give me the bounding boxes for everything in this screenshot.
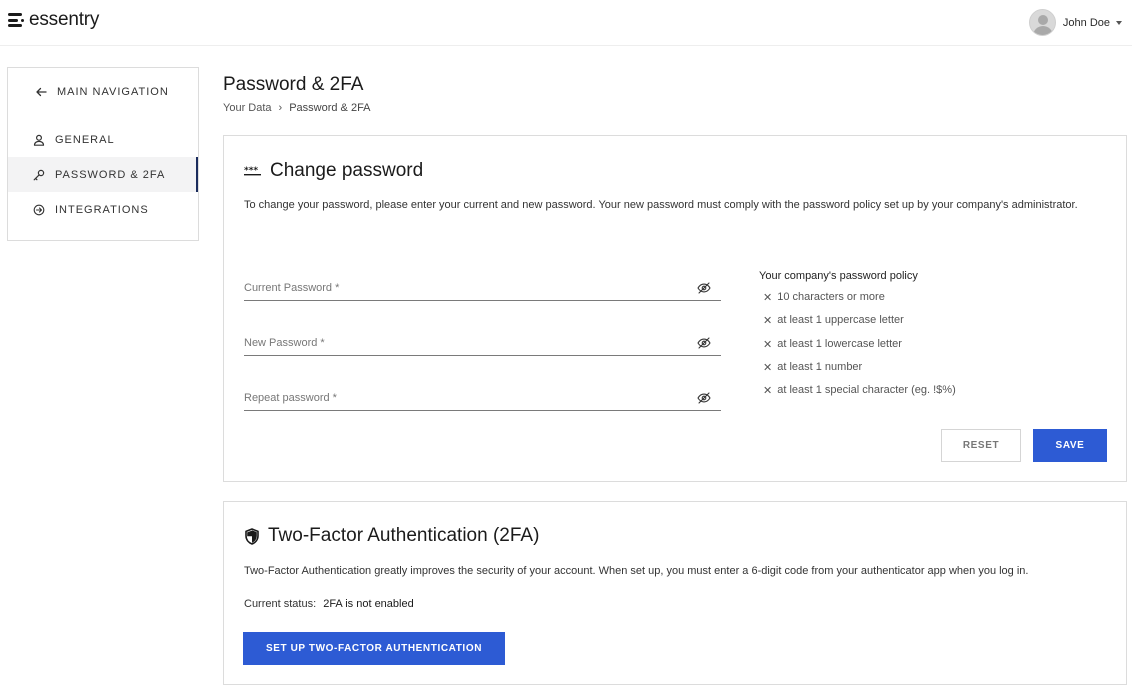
policy-rule-text: at least 1 special character (eg. !$%) [777, 384, 956, 397]
sidebar-item-general[interactable]: GENERAL [8, 122, 198, 157]
status-label: Current status: [244, 598, 317, 610]
reset-button[interactable]: RESET [941, 429, 1021, 462]
setup-two-factor-button[interactable]: SET UP TWO-FACTOR AUTHENTICATION [243, 632, 505, 665]
policy-rule: ✕ at least 1 lowercase letter [759, 338, 956, 361]
close-icon: ✕ [763, 361, 773, 374]
key-icon [32, 168, 46, 182]
sidebar-item-password-2fa[interactable]: PASSWORD & 2FA [8, 157, 198, 192]
breadcrumb-current: Password & 2FA [289, 102, 371, 114]
two-factor-heading: Two-Factor Authentication (2FA) [244, 525, 539, 547]
current-password-field [244, 277, 721, 301]
two-factor-title: Two-Factor Authentication (2FA) [268, 525, 540, 546]
change-password-description: To change your password, please enter yo… [244, 199, 1078, 211]
page-title: Password & 2FA [223, 74, 364, 95]
shield-icon [244, 527, 260, 545]
password-policy: Your company's password policy ✕ 10 chara… [759, 270, 956, 407]
sidebar-item-label: GENERAL [55, 133, 115, 146]
eye-off-icon[interactable] [697, 391, 711, 405]
top-bar: essentry John Doe [0, 0, 1132, 46]
policy-rule: ✕ at least 1 number [759, 361, 956, 384]
save-button[interactable]: SAVE [1033, 429, 1107, 462]
current-password-input[interactable] [244, 277, 684, 299]
close-icon: ✕ [763, 338, 773, 351]
eye-off-icon[interactable] [697, 336, 711, 350]
sidebar-item-label: MAIN NAVIGATION [57, 85, 169, 98]
sidebar-item-label: PASSWORD & 2FA [55, 168, 166, 181]
repeat-password-field [244, 387, 721, 411]
logo[interactable]: essentry [8, 9, 99, 31]
change-password-title: Change password [270, 160, 424, 181]
breadcrumb: Your Data › Password & 2FA [223, 102, 371, 114]
arrow-left-icon [34, 85, 48, 99]
chevron-down-icon [1116, 20, 1122, 25]
policy-rule-text: at least 1 number [777, 360, 863, 373]
password-policy-title: Your company's password policy [759, 270, 918, 282]
two-factor-card: Two-Factor Authentication (2FA) Two-Fact… [223, 501, 1127, 685]
sidebar-item-main-navigation[interactable]: MAIN NAVIGATION [8, 74, 198, 109]
change-password-card: *** Change password To change your passw… [223, 135, 1127, 482]
sidebar: MAIN NAVIGATION GENERAL PASSWORD & 2FA I… [7, 67, 199, 241]
policy-rule-text: at least 1 uppercase letter [777, 314, 904, 327]
avatar [1028, 9, 1056, 36]
close-icon: ✕ [763, 315, 773, 328]
password-dots-icon: *** [244, 166, 262, 176]
close-icon: ✕ [763, 292, 773, 304]
sidebar-item-label: INTEGRATIONS [55, 203, 149, 216]
policy-rule: ✕ at least 1 special character (eg. !$%) [759, 384, 956, 407]
new-password-input[interactable] [244, 332, 684, 354]
close-icon: ✕ [763, 385, 773, 398]
user-name: John Doe [1062, 16, 1110, 29]
status-badge: 2FA is not enabled [323, 598, 414, 610]
two-factor-description: Two-Factor Authentication greatly improv… [244, 565, 1029, 577]
logo-text: essentry [29, 9, 100, 30]
repeat-password-input[interactable] [244, 387, 684, 409]
logo-icon [8, 12, 26, 28]
change-password-heading: *** Change password [244, 160, 423, 182]
sidebar-item-integrations[interactable]: INTEGRATIONS [8, 192, 198, 227]
eye-off-icon[interactable] [697, 281, 711, 295]
policy-rule-text: 10 characters or more [777, 291, 885, 303]
policy-rule: ✕ 10 characters or more [759, 291, 956, 314]
breadcrumb-link-your-data[interactable]: Your Data [223, 102, 272, 114]
policy-rule: ✕ at least 1 uppercase letter [759, 314, 956, 337]
new-password-field [244, 332, 721, 356]
user-icon [32, 133, 46, 147]
user-menu[interactable]: John Doe [1028, 9, 1122, 36]
integrations-icon [32, 203, 46, 217]
chevron-right-icon: › [278, 102, 283, 114]
policy-rule-text: at least 1 lowercase letter [777, 337, 902, 350]
two-factor-status: Current status: 2FA is not enabled [244, 598, 414, 610]
